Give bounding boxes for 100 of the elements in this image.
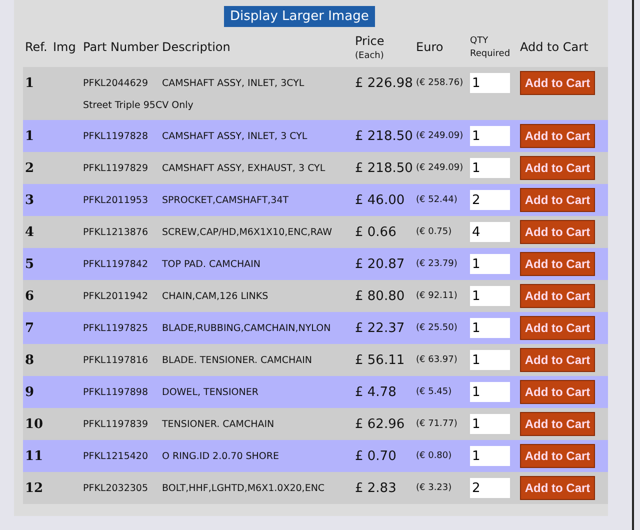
quantity-field[interactable]: 4 (470, 222, 510, 242)
ref-number: 3 (25, 192, 36, 208)
part-number: PFKL1197839 (83, 418, 150, 430)
column-header: Price (355, 34, 384, 48)
part-note: Street Triple 95CV Only (83, 99, 194, 113)
add-to-cart-button[interactable]: Add to Cart (520, 348, 595, 372)
column-subheader: Required (470, 48, 510, 58)
quantity-field[interactable]: 1 (470, 414, 510, 434)
column-header: Ref. (25, 40, 48, 54)
part-number: PFKL2044629 (83, 78, 150, 88)
ref-number: 2 (25, 160, 36, 176)
add-to-cart-button[interactable]: Add to Cart (520, 380, 595, 404)
part-description: BOLT,HHF,LGHTD,M6X1.0X20,ENC (162, 482, 326, 494)
quantity-field[interactable]: 1 (470, 254, 510, 274)
part-description: CHAIN,CAM,126 LINKS (162, 290, 270, 302)
quantity-field[interactable]: 1 (470, 158, 510, 178)
euro-price: (€ 249.09) (416, 131, 464, 141)
part-number: PFKL2011953 (83, 194, 150, 206)
add-to-cart-button[interactable]: Add to Cart (520, 444, 595, 468)
euro-price: (€ 63.97) (416, 355, 458, 365)
quantity-field[interactable]: 1 (470, 318, 510, 338)
column-header: Part Number (83, 40, 159, 54)
display-larger-image-button[interactable]: Display Larger Image (224, 6, 375, 27)
add-to-cart-button[interactable]: Add to Cart (520, 220, 595, 244)
add-to-cart-button[interactable]: Add to Cart (520, 316, 595, 340)
add-to-cart-button[interactable]: Add to Cart (520, 412, 595, 436)
price: £ 4.78 (355, 384, 398, 400)
ref-number: 6 (25, 288, 36, 304)
part-number: PFKL1197842 (83, 258, 150, 270)
part-number: PFKL1197898 (83, 386, 150, 398)
part-description: BLADE. TENSIONER. CAMCHAIN (162, 354, 314, 366)
quantity-field[interactable]: 1 (470, 350, 510, 370)
part-description: O RING.ID 2.0.70 SHORE (162, 450, 280, 462)
column-header: Add to Cart (520, 40, 588, 54)
ref-number: 1 (25, 128, 36, 144)
part-description: CAMSHAFT ASSY, INLET, 3 CYL (162, 130, 308, 142)
ref-number: 5 (25, 256, 36, 272)
part-description: TOP PAD. CAMCHAIN (162, 258, 262, 270)
price: £ 2.83 (355, 480, 398, 496)
price: £ 218.50 (355, 160, 414, 176)
part-description: DOWEL, TENSIONER (162, 386, 260, 398)
add-to-cart-button[interactable]: Add to Cart (520, 124, 595, 148)
ref-number: 4 (25, 224, 36, 240)
euro-price: (€ 249.09) (416, 163, 464, 173)
price: £ 0.66 (355, 224, 398, 240)
euro-price: (€ 0.75) (416, 227, 453, 237)
ref-number: 10 (25, 416, 44, 432)
quantity-field[interactable]: 1 (470, 73, 510, 93)
add-to-cart-button[interactable]: Add to Cart (520, 71, 595, 95)
euro-price: (€ 52.44) (416, 195, 458, 205)
price: £ 226.98 (355, 76, 414, 90)
column-subheader: (Each) (355, 50, 384, 60)
part-number: PFKL2011942 (83, 290, 150, 302)
part-number: PFKL2032305 (83, 482, 150, 494)
ref-number: 8 (25, 352, 36, 368)
add-to-cart-button[interactable]: Add to Cart (520, 284, 595, 308)
euro-price: (€ 25.50) (416, 323, 458, 333)
euro-price: (€ 3.23) (416, 483, 453, 493)
quantity-field[interactable]: 1 (470, 286, 510, 306)
part-number: PFKL1197828 (83, 130, 150, 142)
price: £ 0.70 (355, 448, 398, 464)
column-header: Img (53, 40, 76, 54)
euro-price: (€ 92.11) (416, 291, 458, 301)
add-to-cart-button[interactable]: Add to Cart (520, 156, 595, 180)
ref-number: 7 (25, 320, 36, 336)
price: £ 218.50 (355, 128, 414, 144)
quantity-field[interactable]: 2 (470, 478, 510, 498)
part-description: TENSIONER. CAMCHAIN (162, 418, 276, 430)
add-to-cart-button[interactable]: Add to Cart (520, 476, 595, 500)
part-number: PFKL1197816 (83, 354, 150, 366)
part-number: PFKL1197829 (83, 162, 150, 174)
column-header: Description (162, 40, 230, 54)
price: £ 20.87 (355, 256, 406, 272)
quantity-field[interactable]: 1 (470, 382, 510, 402)
ref-number: 1 (25, 76, 36, 90)
ref-number: 12 (25, 480, 44, 496)
column-header: Euro (416, 40, 444, 54)
euro-price: (€ 0.80) (416, 451, 453, 461)
part-description: BLADE,RUBBING,CAMCHAIN,NYLON (162, 322, 332, 334)
ref-number: 9 (25, 384, 36, 400)
part-description: SCREW,CAP/HD,M6X1X10,ENC,RAW (162, 226, 333, 238)
price: £ 56.11 (355, 352, 406, 368)
euro-price: (€ 23.79) (416, 259, 458, 269)
part-number: PFKL1197825 (83, 322, 150, 334)
price: £ 22.37 (355, 320, 406, 336)
add-to-cart-button[interactable]: Add to Cart (520, 252, 595, 276)
part-number: PFKL1213876 (83, 226, 150, 238)
part-description: CAMSHAFT ASSY, EXHAUST, 3 CYL (162, 162, 326, 174)
column-header: QTY (470, 36, 490, 46)
add-to-cart-button[interactable]: Add to Cart (520, 188, 595, 212)
quantity-field[interactable]: 1 (470, 446, 510, 466)
euro-price: (€ 258.76) (416, 78, 464, 88)
quantity-field[interactable]: 1 (470, 126, 510, 146)
price: £ 80.80 (355, 288, 406, 304)
quantity-field[interactable]: 2 (470, 190, 510, 210)
euro-price: (€ 5.45) (416, 387, 453, 397)
ref-number: 11 (25, 448, 44, 464)
part-description: CAMSHAFT ASSY, INLET, 3CYL (162, 78, 306, 88)
price: £ 46.00 (355, 192, 406, 208)
part-description: SPROCKET,CAMSHAFT,34T (162, 194, 290, 206)
